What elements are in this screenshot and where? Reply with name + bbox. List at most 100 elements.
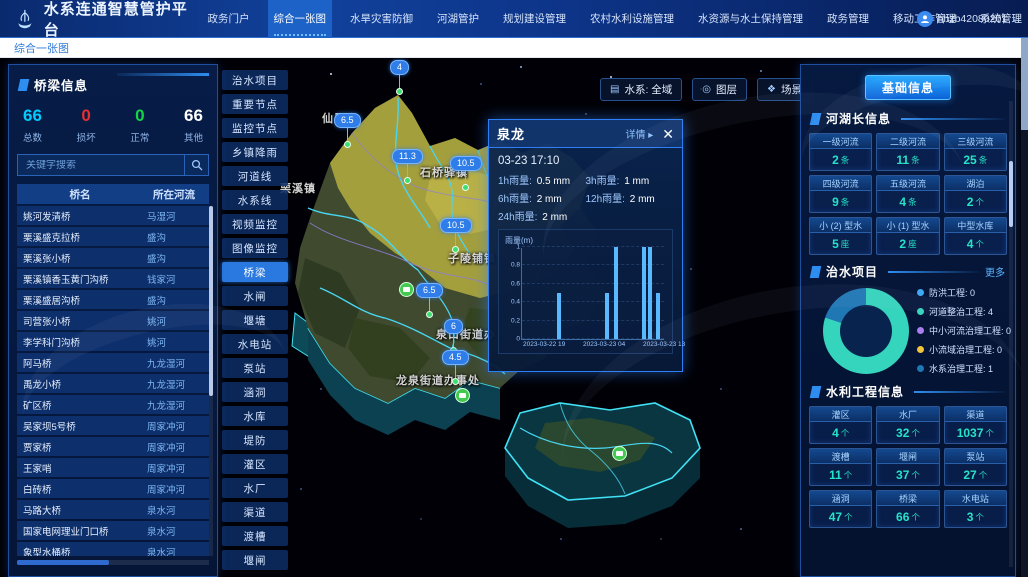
river-card[interactable]: 湖泊2个 <box>944 175 1007 213</box>
popup-detail-link[interactable]: 详情 ▸ <box>625 126 653 141</box>
breadcrumb[interactable]: 综合一张图 <box>0 40 69 56</box>
close-icon[interactable]: ✕ <box>662 127 674 141</box>
river-card[interactable]: 中型水库4个 <box>944 217 1007 255</box>
nav-item[interactable]: 规划建设管理 <box>497 0 572 38</box>
table-row[interactable]: 矿区桥九龙湿河 <box>17 395 209 414</box>
nav-item[interactable]: 水旱灾害防御 <box>344 0 419 38</box>
layer-menu-item[interactable]: 堤防 <box>222 430 288 450</box>
layer-menu-item[interactable]: 灌区 <box>222 454 288 474</box>
table-row[interactable]: 禹龙小桥九龙湿河 <box>17 374 209 393</box>
table-row[interactable]: 司营张小桥姚河 <box>17 311 209 330</box>
user-menu[interactable]: hhzb42080201 ∨ <box>917 0 1018 38</box>
search-button[interactable] <box>184 155 208 175</box>
river-card[interactable]: 一级河流2条 <box>809 133 872 171</box>
layer-menu-item[interactable]: 堰闸 <box>222 550 288 570</box>
legend-item[interactable]: 防洪工程: 0 <box>917 286 1011 299</box>
camera-icon[interactable] <box>455 388 470 403</box>
legend-item[interactable]: 河道整治工程: 4 <box>917 305 1011 318</box>
page-scrollbar[interactable] <box>1021 38 1028 577</box>
layer-menu-item[interactable]: 水闸 <box>222 286 288 306</box>
camera-icon[interactable] <box>399 282 414 297</box>
station-popup: 泉龙 详情 ▸ ✕ 03-23 17:10 1h雨量: 0.5 mm3h雨量: … <box>488 119 683 372</box>
nav-item[interactable]: 水资源与水土保持管理 <box>692 0 809 38</box>
layer-menu-item[interactable]: 重要节点 <box>222 94 288 114</box>
river-card[interactable]: 四级河流9条 <box>809 175 872 213</box>
basic-info-button[interactable]: 基础信息 <box>865 75 951 100</box>
table-row[interactable]: 阿马桥九龙湿河 <box>17 353 209 372</box>
panel-scrollbar[interactable] <box>1009 101 1013 567</box>
engineering-card[interactable]: 水电站3个 <box>944 490 1007 528</box>
bridge-name-cell: 栗溪镇香玉黄门沟桥 <box>17 269 143 288</box>
table-row[interactable]: 栗溪盛居沟桥盛沟 <box>17 290 209 309</box>
layer-menu-item[interactable]: 水系线 <box>222 190 288 210</box>
engineering-card[interactable]: 涵洞47个 <box>809 490 872 528</box>
river-card[interactable]: 三级河流25条 <box>944 133 1007 171</box>
map-marker[interactable]: 4 <box>390 60 409 95</box>
engineering-card[interactable]: 泵站27个 <box>944 448 1007 486</box>
nav-item[interactable]: 农村水利设施管理 <box>584 0 680 38</box>
layer-menu-item[interactable]: 桥梁 <box>222 262 288 282</box>
map-marker[interactable]: 6.5 <box>334 113 361 148</box>
layer-menu-item[interactable]: 堰塘 <box>222 310 288 330</box>
river-card[interactable]: 五级河流4条 <box>876 175 939 213</box>
layer-menu-item[interactable]: 乡镇降雨 <box>222 142 288 162</box>
map-marker[interactable]: 11.3 <box>392 149 423 184</box>
table-row[interactable]: 白砖桥周家冲河 <box>17 479 209 498</box>
layer-menu-item[interactable]: 水电站 <box>222 334 288 354</box>
layer-menu-item[interactable]: 河道线 <box>222 166 288 186</box>
nav-item[interactable]: 综合一张图 <box>268 0 333 38</box>
map-control-layers-grid[interactable]: ▤水系: 全域 <box>600 78 682 101</box>
table-row[interactable]: 吴家坝5号桥周家冲河 <box>17 416 209 435</box>
layer-menu-item[interactable]: 监控节点 <box>222 118 288 138</box>
table-row[interactable]: 国家电网理业门口桥泉水河 <box>17 521 209 540</box>
engineering-card[interactable]: 桥梁66个 <box>876 490 939 528</box>
table-row[interactable]: 李学科门沟桥姚河 <box>17 332 209 351</box>
river-card[interactable]: 二级河流11条 <box>876 133 939 171</box>
layer-menu-item[interactable]: 渡槽 <box>222 526 288 546</box>
popup-body: 03-23 17:10 1h雨量: 0.5 mm3h雨量: 1 mm6h雨量: … <box>489 148 682 354</box>
table-row[interactable]: 贾家桥周家冲河 <box>17 437 209 456</box>
camera-icon[interactable] <box>612 446 627 461</box>
marker-pin-icon <box>452 378 459 385</box>
table-row[interactable]: 栗溪盛克拉桥盛沟 <box>17 227 209 246</box>
map-control-layers[interactable]: ◎图层 <box>692 78 747 101</box>
table-row[interactable]: 王家哨周家冲河 <box>17 458 209 477</box>
nav-item[interactable]: 河湖管护 <box>431 0 485 38</box>
map-marker[interactable]: 4.5 <box>442 350 469 385</box>
table-horizontal-scrollbar[interactable] <box>17 560 209 565</box>
layer-menu-item[interactable]: 渠道 <box>222 502 288 522</box>
legend-item[interactable]: 水系治理工程: 1 <box>917 362 1011 375</box>
river-card[interactable]: 小 (2) 型水5座 <box>809 217 872 255</box>
nav-item[interactable]: 政务门户 <box>202 0 256 38</box>
layer-menu-item[interactable]: 治水项目 <box>222 70 288 90</box>
table-row[interactable]: 马路大桥泉水河 <box>17 500 209 519</box>
more-link[interactable]: 更多 <box>985 264 1005 279</box>
legend-item[interactable]: 中小河流治理工程: 0 <box>917 324 1011 337</box>
nav-item[interactable]: 政务管理 <box>821 0 875 38</box>
table-row[interactable]: 栗溪镇香玉黄门沟桥钱家河 <box>17 269 209 288</box>
map-marker[interactable]: 6 <box>444 319 463 354</box>
river-card[interactable]: 小 (1) 型水2座 <box>876 217 939 255</box>
map-marker[interactable]: 10.5 <box>450 156 482 191</box>
map-marker[interactable]: 10.5 <box>440 218 472 253</box>
river-cards: 一级河流2条二级河流11条三级河流25条四级河流9条五级河流4条湖泊2个小 (2… <box>809 133 1007 255</box>
table-row[interactable]: 姚河发清桥马湿河 <box>17 206 209 225</box>
layer-menu-item[interactable]: 泵站 <box>222 358 288 378</box>
layer-menu-item[interactable]: 涵洞 <box>222 382 288 402</box>
table-row[interactable]: 栗溪张小桥盛沟 <box>17 248 209 267</box>
table-row[interactable]: 象型水桶桥泉水河 <box>17 542 209 556</box>
layer-menu-item[interactable]: 图像监控 <box>222 238 288 258</box>
layer-menu-item[interactable]: 视频监控 <box>222 214 288 234</box>
engineering-card[interactable]: 水厂32个 <box>876 406 939 444</box>
legend-dot-icon <box>917 346 924 353</box>
search-input[interactable] <box>18 160 184 171</box>
engineering-card[interactable]: 灌区4个 <box>809 406 872 444</box>
layer-menu-item[interactable]: 水厂 <box>222 478 288 498</box>
layer-menu-item[interactable]: 水库 <box>222 406 288 426</box>
map-marker[interactable]: 6.5 <box>416 283 443 318</box>
engineering-card[interactable]: 渡槽11个 <box>809 448 872 486</box>
legend-item[interactable]: 小流域治理工程: 0 <box>917 343 1011 356</box>
engineering-card[interactable]: 渠道1037个 <box>944 406 1007 444</box>
table-vertical-scrollbar[interactable] <box>209 206 213 556</box>
engineering-card[interactable]: 堰闸37个 <box>876 448 939 486</box>
